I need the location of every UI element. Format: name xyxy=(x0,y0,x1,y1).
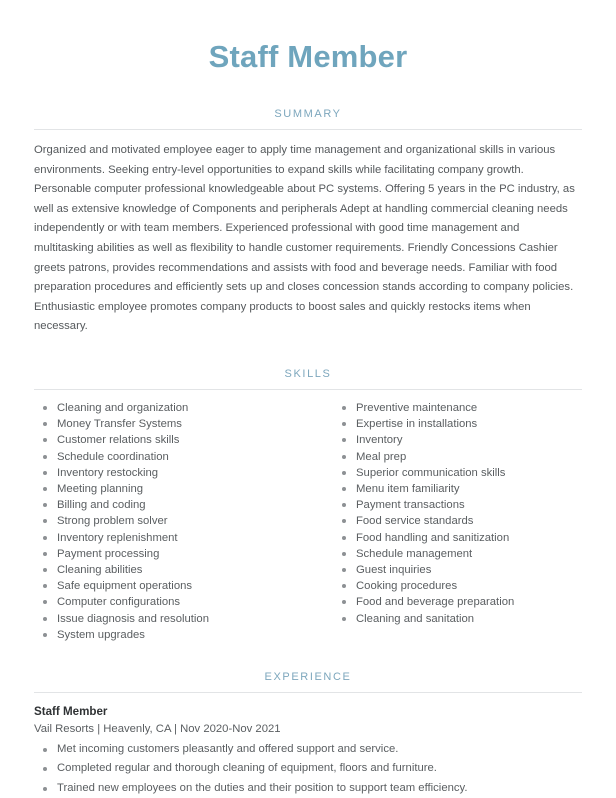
skill-item: Superior communication skills xyxy=(333,465,582,481)
skill-item: Customer relations skills xyxy=(34,432,308,448)
experience-job-list: Staff Member Vail Resorts | Heavenly, CA … xyxy=(34,693,582,798)
skill-item: Menu item familiarity xyxy=(333,481,582,497)
page-title: Staff Member xyxy=(208,39,408,74)
skills-list-left: Cleaning and organization Money Transfer … xyxy=(34,400,308,643)
skills-section: SKILLS Cleaning and organization Money Tr… xyxy=(34,367,582,643)
job-meta: Vail Resorts | Heavenly, CA | Nov 2020-N… xyxy=(34,722,281,735)
skill-item: Expertise in installations xyxy=(333,416,582,432)
job-bullet: Completed regular and thorough cleaning … xyxy=(34,759,582,779)
skill-item: Cleaning abilities xyxy=(34,562,308,578)
experience-heading: EXPERIENCE xyxy=(264,670,352,683)
skill-item: Inventory replenishment xyxy=(34,530,308,546)
job-title: Staff Member xyxy=(34,704,108,718)
skill-item: Meal prep xyxy=(333,449,582,465)
resume-page: Staff Member SUMMARY Organized and motiv… xyxy=(0,0,616,794)
skills-heading: SKILLS xyxy=(284,367,332,380)
skill-item: System upgrades xyxy=(34,627,308,643)
skill-item: Inventory restocking xyxy=(34,465,308,481)
experience-entry: Staff Member Vail Resorts | Heavenly, CA … xyxy=(34,693,582,798)
skills-list-right: Preventive maintenance Expertise in insta… xyxy=(333,400,582,627)
skill-item: Safe equipment operations xyxy=(34,578,308,594)
experience-section: EXPERIENCE Staff Member Vail Resorts | He… xyxy=(34,670,582,798)
skill-item: Inventory xyxy=(333,432,582,448)
job-bullet-list: Met incoming customers pleasantly and of… xyxy=(34,740,582,798)
skill-item: Food service standards xyxy=(333,513,582,529)
skill-item: Food and beverage preparation xyxy=(333,594,582,610)
skill-item: Payment processing xyxy=(34,546,308,562)
skill-item: Cleaning and organization xyxy=(34,400,308,416)
skill-item: Preventive maintenance xyxy=(333,400,582,416)
skill-item: Strong problem solver xyxy=(34,513,308,529)
skill-item: Billing and coding xyxy=(34,497,308,513)
skills-column-left: Cleaning and organization Money Transfer … xyxy=(34,400,308,643)
summary-heading: SUMMARY xyxy=(274,108,342,120)
skill-item: Food handling and sanitization xyxy=(333,530,582,546)
job-bullet: Trained new employees on the duties and … xyxy=(34,779,582,798)
skill-item: Schedule coordination xyxy=(34,449,308,465)
summary-text: Organized and motivated employee eager t… xyxy=(34,144,575,333)
skill-item: Payment transactions xyxy=(333,497,582,513)
skill-item: Money Transfer Systems xyxy=(34,416,308,432)
skill-item: Cooking procedures xyxy=(333,578,582,594)
skill-item: Schedule management xyxy=(333,546,582,562)
skills-column-right: Preventive maintenance Expertise in insta… xyxy=(308,400,582,643)
skill-item: Guest inquiries xyxy=(333,562,582,578)
skills-columns: Cleaning and organization Money Transfer … xyxy=(34,390,582,643)
skill-item: Meeting planning xyxy=(34,481,308,497)
skill-item: Computer configurations xyxy=(34,594,308,610)
job-bullet: Met incoming customers pleasantly and of… xyxy=(34,740,582,760)
summary-section: SUMMARY Organized and motivated employee… xyxy=(34,107,582,337)
skill-item: Cleaning and sanitation xyxy=(333,611,582,627)
skill-item: Issue diagnosis and resolution xyxy=(34,611,308,627)
